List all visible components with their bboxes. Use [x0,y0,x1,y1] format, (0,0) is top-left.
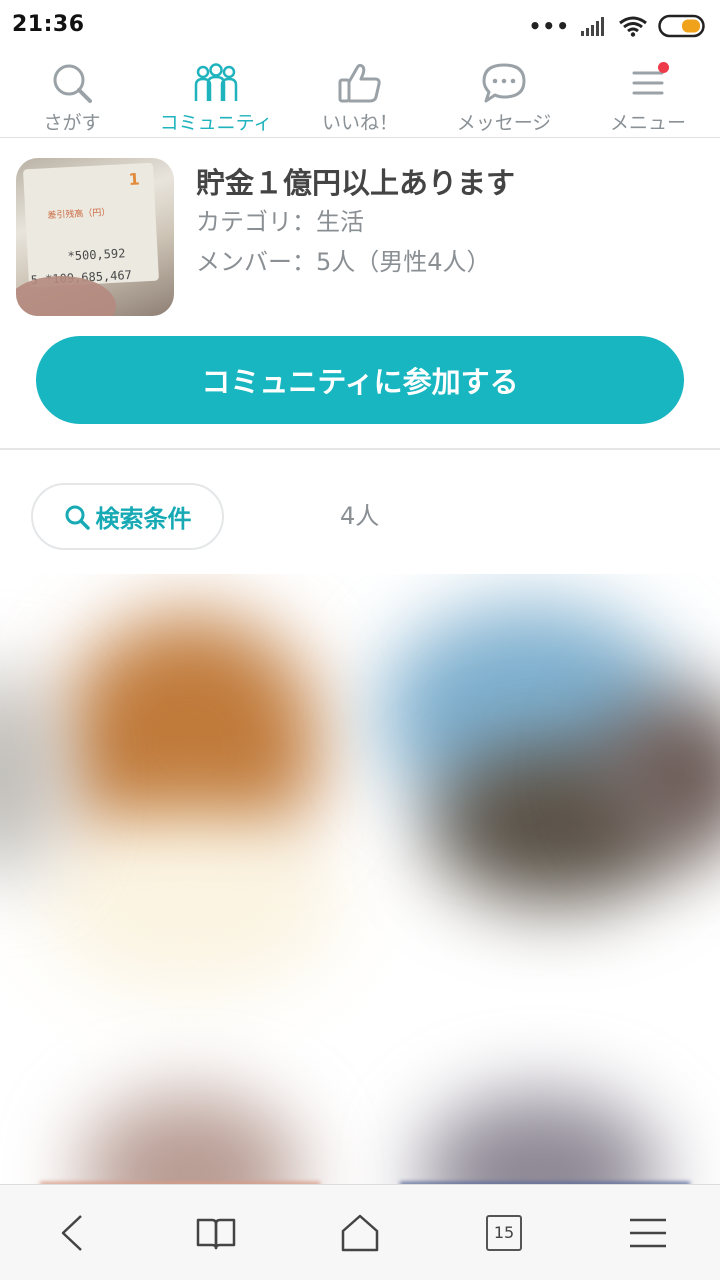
nav-label-likes: いいね！ [321,112,398,134]
home-button[interactable] [320,1193,400,1273]
tabs-button[interactable]: 15 [464,1193,544,1273]
bookmarks-button[interactable] [176,1193,256,1273]
search-icon [65,505,90,530]
nav-label-menu: メニュー [609,112,686,134]
thumbs-up-icon [336,62,384,104]
top-nav: さがす コミュニティ いいね！ メッセージ メニュー [0,52,720,138]
status-time: 21:36 [12,12,85,37]
browser-menu-button[interactable] [608,1193,688,1273]
message-icon [480,62,528,104]
join-community-button[interactable]: コミュニティに参加する [36,336,684,424]
member-card[interactable] [360,574,720,1054]
signal-icon [581,17,604,36]
nav-item-community[interactable]: コミュニティ [144,52,288,137]
member-card[interactable] [0,1054,360,1184]
member-photo-blurred [80,1094,300,1184]
book-icon [196,1218,236,1249]
status-dots: ••• [528,14,570,38]
receipt-number: 1 [128,169,141,189]
community-thumbnail: 1 差引残高（円） *500,592 5 *109,685,467 [16,158,174,316]
search-conditions-label: 検索条件 [95,506,192,533]
community-title: 貯金１億円以上あります [196,166,516,200]
back-button[interactable] [32,1193,112,1273]
nav-item-search[interactable]: さがす [0,52,144,137]
member-card[interactable] [0,574,360,1054]
notification-dot [658,62,669,73]
back-icon [61,1214,82,1251]
community-header: 1 差引残高（円） *500,592 5 *109,685,467 貯金１億円以… [0,138,720,450]
nav-item-menu[interactable]: メニュー [576,52,720,137]
home-icon [341,1214,379,1251]
search-conditions-button[interactable]: 検索条件 [31,483,224,550]
member-photo-blurred [40,814,340,994]
hamburger-icon [630,1218,666,1247]
browser-bottom-bar: 15 [0,1184,720,1280]
member-photo-blurred [0,674,60,874]
search-row: 検索条件 4人 [0,452,720,572]
community-icon [192,62,240,104]
nav-item-likes[interactable]: いいね！ [288,52,432,137]
nav-label-community: コミュニティ [159,112,273,134]
search-icon [48,62,96,104]
result-count: 4人 [340,502,380,530]
receipt-header: 差引残高（円） [47,207,111,222]
nav-label-search: さがす [43,112,101,134]
community-members: メンバー：5人（男性4人） [196,248,491,276]
wifi-icon [619,16,647,37]
member-card[interactable] [360,1054,720,1184]
community-category: カテゴリ：生活 [196,208,364,236]
receipt-line-1: *500,592 [67,246,126,264]
member-photo-blurred [420,1094,660,1184]
battery-icon [658,14,705,38]
receipt-photo: 1 差引残高（円） *500,592 5 *109,685,467 [23,162,159,288]
nav-item-messages[interactable]: メッセージ [432,52,576,137]
status-bar: 21:36 ••• [0,0,720,52]
nav-label-messages: メッセージ [456,112,552,134]
status-icons: ••• [529,12,708,40]
tab-count: 15 [486,1214,522,1251]
member-grid [0,574,720,1184]
